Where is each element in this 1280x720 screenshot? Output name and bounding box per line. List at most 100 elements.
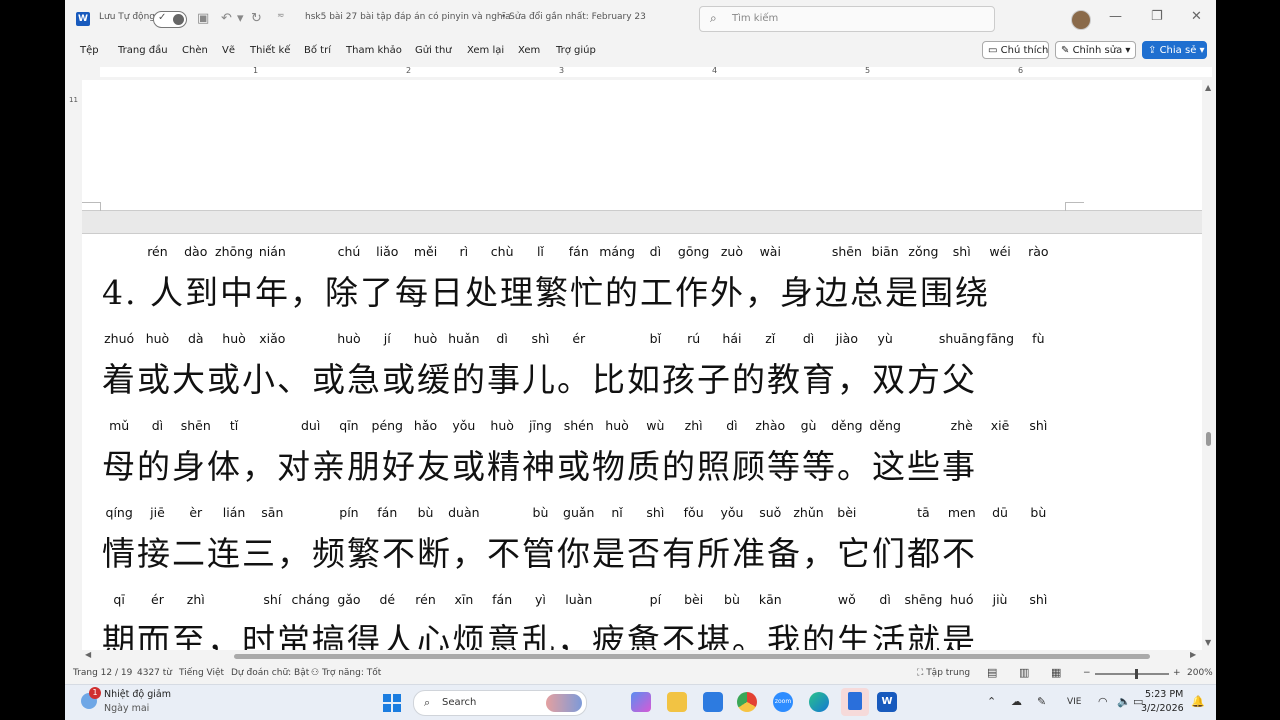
- clock-time[interactable]: 5:23 PM: [1145, 689, 1183, 700]
- word-count[interactable]: 4327 từ: [137, 668, 172, 678]
- tab-help[interactable]: Trợ giúp: [556, 45, 596, 56]
- pen-icon[interactable]: ✎: [1037, 695, 1046, 708]
- document-canvas[interactable]: rén dào zhōng nián chú liǎo měi rì chù lǐ fán máng d…: [82, 80, 1202, 650]
- search-highlight-image: [546, 694, 582, 712]
- tab-draw[interactable]: Vẽ: [222, 45, 235, 56]
- edge-icon[interactable]: [809, 692, 829, 712]
- search-icon: ⌕: [424, 696, 431, 709]
- focus-mode-button[interactable]: ⛶ Tập trung: [917, 668, 970, 678]
- customize-toolbar-icon[interactable]: ≂: [277, 11, 285, 21]
- scroll-thumb[interactable]: [1206, 432, 1211, 446]
- pinyin: jīng: [529, 418, 552, 433]
- notification-bell-icon[interactable]: 🔔: [1191, 695, 1205, 708]
- pinyin: fán: [568, 244, 589, 259]
- horizontal-scrollbar[interactable]: ◀ ▶: [82, 650, 1202, 662]
- text-prediction-status[interactable]: Dự đoán chữ: Bật: [231, 668, 309, 678]
- pinyin: lǐ: [536, 244, 544, 259]
- tab-layout[interactable]: Bố trí: [304, 45, 331, 56]
- pinyin: zhào: [755, 418, 786, 433]
- tab-home[interactable]: Trang đầu: [118, 45, 168, 56]
- vertical-scrollbar[interactable]: ▲ ▼: [1202, 80, 1216, 650]
- pinyin: kān: [758, 592, 782, 607]
- chevron-up-icon[interactable]: ⌃: [987, 695, 996, 708]
- hanzi-line[interactable]: 母的身体，对亲朋好友或精神或物质的照顾等等。这些事: [102, 440, 977, 488]
- hanzi-line[interactable]: 情接二连三，频繁不断，不管你是否有所准备，它们都不: [102, 527, 977, 575]
- autosave-toggle[interactable]: ✓: [153, 11, 187, 28]
- pinyin: fāng: [986, 331, 1015, 346]
- tab-references[interactable]: Tham khảo: [346, 45, 402, 56]
- zoom-out-icon[interactable]: −: [1083, 668, 1091, 678]
- search-box[interactable]: ⌕ Tìm kiếm: [699, 6, 995, 32]
- save-icon[interactable]: ▣: [197, 11, 209, 26]
- tab-review[interactable]: Xem lại: [467, 45, 504, 56]
- zoom-in-icon[interactable]: +: [1173, 668, 1181, 678]
- hanzi-line[interactable]: 期而至，时常搞得人心烦意乱，疲惫不堪。我的生活就是: [102, 614, 977, 650]
- tab-design[interactable]: Thiết kế: [250, 45, 290, 56]
- avatar[interactable]: [1071, 10, 1091, 30]
- page-current[interactable]: rén dào zhōng nián chú liǎo měi rì chù lǐ fán máng d…: [82, 233, 1202, 650]
- share-icon: ⇪: [1148, 45, 1157, 56]
- restore-icon[interactable]: ❐: [1151, 9, 1163, 24]
- weather-title[interactable]: Nhiệt độ giảm: [104, 689, 171, 700]
- redo-icon[interactable]: ↻: [251, 11, 262, 26]
- web-layout-icon[interactable]: ▦: [1051, 666, 1061, 679]
- chrome-icon[interactable]: [737, 692, 757, 712]
- windows-start-icon[interactable]: [383, 694, 401, 712]
- store-icon[interactable]: [703, 692, 723, 712]
- comment-button[interactable]: ▭ Chú thích: [982, 41, 1049, 59]
- taskbar-search[interactable]: ⌕ Search: [413, 690, 587, 716]
- pinyin: wéi: [989, 244, 1011, 259]
- zoom-level[interactable]: 200%: [1187, 668, 1213, 678]
- autosave-label: Lưu Tự động: [99, 12, 155, 22]
- read-mode-icon[interactable]: ▤: [987, 666, 997, 679]
- copilot-icon[interactable]: [631, 692, 651, 712]
- scroll-up-icon[interactable]: ▲: [1205, 83, 1211, 92]
- zoom-slider-handle[interactable]: [1135, 669, 1138, 679]
- hanzi-line[interactable]: 着或大或小、或急或缓的事儿。比如孩子的教育，双方父: [102, 353, 977, 401]
- language-status[interactable]: Tiếng Việt: [179, 668, 224, 678]
- pinyin: nǐ: [611, 505, 623, 520]
- tab-insert[interactable]: Chèn: [182, 45, 208, 56]
- tab-mailings[interactable]: Gửi thư: [415, 45, 452, 56]
- weather-subtitle[interactable]: Ngày mai: [104, 703, 149, 714]
- language-indicator[interactable]: VIE: [1067, 697, 1082, 707]
- page-previous[interactable]: [82, 80, 1202, 211]
- pinyin: wǒ: [837, 592, 856, 607]
- tab-file[interactable]: Tệp: [80, 45, 99, 56]
- word-app-icon[interactable]: W: [877, 692, 897, 712]
- pinyin: máng: [599, 244, 635, 259]
- close-icon[interactable]: ✕: [1191, 9, 1202, 24]
- undo-icon[interactable]: ↶: [221, 11, 232, 26]
- wifi-icon[interactable]: ◠: [1098, 695, 1108, 708]
- active-app-tile[interactable]: [841, 688, 869, 716]
- modified-info[interactable]: • Sửa đổi gần nhất: February 23: [501, 12, 646, 22]
- search-icon: ⌕: [710, 11, 717, 25]
- zoom-app-icon[interactable]: zoom: [773, 692, 793, 712]
- pinyin: cháng: [291, 592, 330, 607]
- horizontal-ruler[interactable]: 1 2 3 4 5 6: [100, 64, 1212, 80]
- document-title[interactable]: hsk5 bài 27 bài tập đáp án có pinyin và …: [305, 12, 511, 22]
- scroll-left-icon[interactable]: ◀: [85, 650, 91, 659]
- print-layout-icon[interactable]: ▥: [1019, 666, 1029, 679]
- scroll-right-icon[interactable]: ▶: [1190, 650, 1196, 659]
- share-button[interactable]: ⇪ Chia sẻ ▾: [1142, 41, 1207, 59]
- pinyin: dà: [187, 331, 204, 346]
- page-count[interactable]: Trang 12 / 19: [73, 668, 132, 678]
- cloud-icon[interactable]: ☁: [1011, 695, 1022, 708]
- scroll-down-icon[interactable]: ▼: [1205, 638, 1211, 647]
- zoom-slider[interactable]: [1095, 673, 1169, 675]
- undo-dropdown-icon[interactable]: ▾: [237, 11, 244, 26]
- clock-date[interactable]: 3/2/2026: [1141, 703, 1184, 714]
- volume-icon[interactable]: 🔈: [1117, 695, 1131, 708]
- pinyin: tǐ: [229, 418, 239, 433]
- vertical-ruler[interactable]: 11: [65, 80, 81, 650]
- scroll-thumb[interactable]: [234, 654, 1150, 659]
- hanzi-line[interactable]: 4. 人到中年，除了每日处理繁忙的工作外，身边总是围绕: [102, 266, 990, 314]
- editing-button[interactable]: ✎ Chỉnh sửa ▾: [1055, 41, 1136, 59]
- pinyin: dào: [184, 244, 208, 259]
- accessibility-status[interactable]: ⚇ Trợ năng: Tốt: [311, 668, 381, 678]
- tab-view[interactable]: Xem: [518, 45, 540, 56]
- file-explorer-icon[interactable]: [667, 692, 687, 712]
- minimize-icon[interactable]: —: [1109, 9, 1122, 24]
- pinyin: xīn: [454, 592, 474, 607]
